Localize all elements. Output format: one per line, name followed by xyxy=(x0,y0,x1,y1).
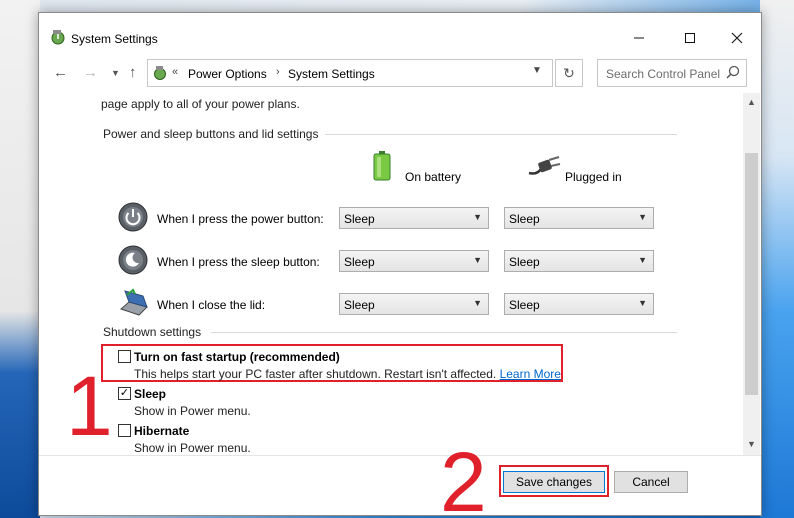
fast-startup-desc: This helps start your PC faster after sh… xyxy=(134,367,561,381)
chevron-down-icon: ▼ xyxy=(638,298,647,308)
sleep-button-label: When I press the sleep button: xyxy=(157,255,320,269)
section-divider xyxy=(325,134,677,135)
fast-startup-checkbox[interactable] xyxy=(118,350,131,363)
back-arrow-icon[interactable]: ← xyxy=(53,64,68,81)
laptop-lid-icon xyxy=(120,288,148,316)
scroll-up-icon[interactable]: ▲ xyxy=(747,97,756,107)
hibernate-option-label[interactable]: Hibernate xyxy=(134,424,189,438)
learn-more-link[interactable]: Learn More xyxy=(500,367,561,381)
battery-icon xyxy=(373,151,391,181)
step-2-annotation: 2 xyxy=(440,435,487,518)
plug-icon xyxy=(528,156,561,175)
minimize-button[interactable] xyxy=(619,23,659,53)
power-options-icon xyxy=(51,30,65,45)
sleep-option-desc: Show in Power menu. xyxy=(134,404,251,418)
cancel-button[interactable]: Cancel xyxy=(614,471,688,493)
up-arrow-icon[interactable]: ↑ xyxy=(129,64,137,81)
fast-startup-label[interactable]: Turn on fast startup (recommended) xyxy=(134,350,340,364)
close-lid-label: When I close the lid: xyxy=(157,298,266,312)
refresh-icon: ↻ xyxy=(563,64,575,81)
maximize-button[interactable] xyxy=(670,23,710,53)
breadcrumb-chevron-icon: › xyxy=(276,66,280,78)
scroll-down-icon[interactable]: ▼ xyxy=(747,439,756,449)
sleep-checkbox[interactable]: ✓ xyxy=(118,387,131,400)
vertical-scrollbar[interactable]: ▲ ▼ xyxy=(743,93,760,455)
power-button-plugged-select[interactable]: Sleep ▼ xyxy=(504,207,654,229)
footer-divider xyxy=(39,455,761,456)
system-settings-window: System Settings ← → ▼ ↑ « Power Options … xyxy=(38,12,762,516)
close-button[interactable] xyxy=(717,23,757,53)
step-1-annotation: 1 xyxy=(66,359,113,453)
search-placeholder: Search Control Panel xyxy=(606,67,721,81)
refresh-button[interactable]: ↻ xyxy=(555,59,583,87)
chevron-down-icon: ▼ xyxy=(638,212,647,222)
close-lid-plugged-select[interactable]: Sleep ▼ xyxy=(504,293,654,315)
plugged-in-header: Plugged in xyxy=(565,170,622,184)
desktop-right-strip xyxy=(760,0,794,518)
breadcrumb-power-options[interactable]: Power Options xyxy=(188,67,267,81)
save-changes-button[interactable]: Save changes xyxy=(503,471,605,493)
breadcrumb-system-settings[interactable]: System Settings xyxy=(288,67,375,81)
address-dropdown-chevron-icon[interactable]: ▼ xyxy=(532,65,542,76)
window-title: System Settings xyxy=(71,32,158,46)
hibernate-option-desc: Show in Power menu. xyxy=(134,441,251,455)
shutdown-section-heading: Shutdown settings xyxy=(103,325,202,339)
close-lid-battery-select[interactable]: Sleep ▼ xyxy=(339,293,489,315)
control-panel-icon xyxy=(154,66,166,80)
title-bar: System Settings xyxy=(39,13,761,53)
sleep-button-plugged-select[interactable]: Sleep ▼ xyxy=(504,250,654,272)
maximize-icon xyxy=(685,33,695,43)
desktop-left-strip xyxy=(0,0,40,518)
power-button-battery-select[interactable]: Sleep ▼ xyxy=(339,207,489,229)
chevron-down-icon: ▼ xyxy=(473,255,482,265)
on-battery-header: On battery xyxy=(405,170,462,184)
address-bar[interactable]: « Power Options › System Settings ▼ xyxy=(147,59,553,87)
hibernate-checkbox[interactable] xyxy=(118,424,131,437)
sleep-button-icon xyxy=(118,245,148,275)
section-divider xyxy=(211,332,677,333)
checkmark-icon: ✓ xyxy=(119,387,130,399)
search-input[interactable]: Search Control Panel xyxy=(597,59,747,87)
intro-text: page apply to all of your power plans. xyxy=(101,97,300,111)
minimize-icon xyxy=(634,37,644,39)
breadcrumb-overflow-icon[interactable]: « xyxy=(172,66,178,78)
search-icon xyxy=(726,65,740,79)
settings-content: page apply to all of your power plans. P… xyxy=(39,93,743,455)
close-icon xyxy=(731,32,743,44)
chevron-down-icon: ▼ xyxy=(473,298,482,308)
chevron-down-icon: ▼ xyxy=(638,255,647,265)
fast-startup-desc-text: This helps start your PC faster after sh… xyxy=(134,367,497,381)
forward-arrow-icon[interactable]: → xyxy=(83,64,98,81)
power-section-heading: Power and sleep buttons and lid settings xyxy=(103,127,319,141)
recent-locations-chevron-icon[interactable]: ▼ xyxy=(111,68,120,78)
chevron-down-icon: ▼ xyxy=(473,212,482,222)
power-button-icon xyxy=(118,202,148,232)
power-button-label: When I press the power button: xyxy=(157,212,324,226)
sleep-button-battery-select[interactable]: Sleep ▼ xyxy=(339,250,489,272)
scroll-thumb[interactable] xyxy=(745,153,758,395)
navigation-bar: ← → ▼ ↑ « Power Options › System Setting… xyxy=(39,59,761,89)
sleep-option-label[interactable]: Sleep xyxy=(134,387,166,401)
